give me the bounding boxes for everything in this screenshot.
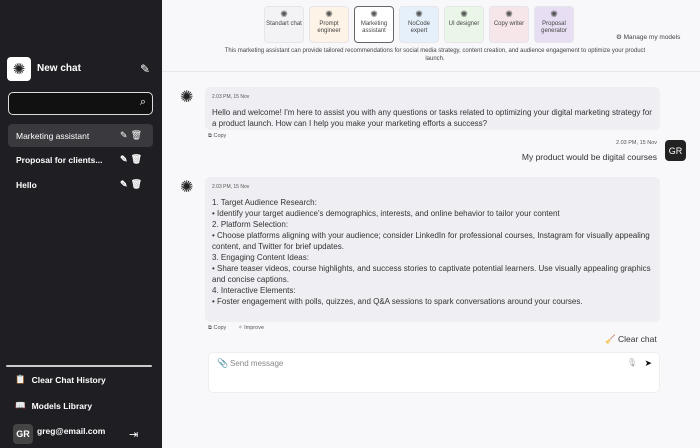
- clear-history-button[interactable]: 📋 Clear Chat History: [15, 374, 106, 385]
- model-cards: ✺ Standart chat ✺ Prompt engineer ✺ Marketing…: [264, 6, 574, 43]
- model-card[interactable]: ✺ UI designer: [444, 6, 484, 43]
- model-card[interactable]: ✺ Copy writer: [489, 6, 529, 43]
- manage-models-button[interactable]: ⚙ Manage my models: [616, 33, 680, 41]
- model-card[interactable]: ✺ Proposal generator: [534, 6, 574, 43]
- attach-icon[interactable]: 📎: [217, 358, 228, 369]
- user-email: greg@email.com: [37, 426, 106, 436]
- trash-icon[interactable]: 🗑: [131, 179, 145, 189]
- model-label: Proposal generator: [541, 21, 567, 34]
- broom-icon: 🧹: [605, 334, 616, 344]
- clear-chat-button[interactable]: 🧹 Clear chat: [605, 334, 657, 345]
- message-time: 2.03 PM, 15 Nov: [212, 184, 250, 190]
- edit-icon[interactable]: ✎: [120, 154, 131, 164]
- message-line: • Choose platforms aligning with your au…: [212, 231, 650, 251]
- model-card[interactable]: ✺ Prompt engineer: [309, 6, 349, 43]
- message-line: 3. Engaging Content Ideas:: [212, 253, 309, 262]
- bot-avatar-icon: ✺: [180, 179, 194, 196]
- model-card[interactable]: ✺ Standart chat: [264, 6, 304, 43]
- app-logo-icon: ✺: [7, 57, 31, 81]
- message-text: Hello and welcome! I'm here to assist yo…: [212, 108, 652, 128]
- message-time: 2.03 PM, 15 Nov: [212, 94, 250, 100]
- chat-item[interactable]: Marketing assistant ✎🗑: [8, 124, 153, 147]
- model-label: UI designer: [448, 21, 480, 27]
- microphone-icon[interactable]: 🎙: [627, 358, 637, 367]
- manage-models-label: Manage my models: [623, 34, 681, 41]
- models-library-label: Models Library: [31, 400, 93, 411]
- copy-label: Copy: [213, 133, 227, 139]
- search-icon[interactable]: ⌕: [140, 96, 146, 109]
- model-icon: ✺: [505, 9, 513, 19]
- message-time: 2.03 PM, 15 Nov: [616, 140, 657, 146]
- trash-icon[interactable]: 🗑: [131, 130, 145, 140]
- clear-chat-label: Clear chat: [617, 334, 657, 344]
- chat-item-label: Marketing assistant: [16, 131, 90, 141]
- user-avatar: GR: [665, 140, 686, 161]
- logout-icon[interactable]: ⇥: [129, 428, 138, 441]
- improve-label: Improve: [244, 325, 265, 331]
- message-placeholder[interactable]: Send message: [230, 359, 283, 368]
- message-text: 1. Target Audience Research: • Identify y…: [212, 197, 653, 307]
- sidebar: ✺ New chat ✎ ⌕ Marketing assistant ✎🗑 Pro…: [0, 0, 162, 448]
- model-icon: ✺: [280, 9, 288, 19]
- message-line: 1. Target Audience Research:: [212, 198, 317, 207]
- user-avatar[interactable]: GR: [13, 424, 33, 444]
- book-icon: 📖: [15, 400, 26, 410]
- copy-button[interactable]: ⧉ Copy: [208, 325, 226, 332]
- model-description: This marketing assistant can provide tai…: [224, 48, 646, 62]
- copy-label: Copy: [213, 325, 227, 331]
- message-line: 4. Interactive Elements:: [212, 286, 296, 295]
- message-line: • Foster engagement with polls, quizzes,…: [212, 297, 583, 306]
- model-label: Standart chat: [266, 21, 302, 27]
- message-line: • Share teaser videos, course highlights…: [212, 264, 651, 284]
- edit-icon[interactable]: ✎: [120, 179, 131, 189]
- clear-history-label: Clear Chat History: [31, 374, 106, 385]
- model-icon: ✺: [550, 9, 558, 19]
- model-card[interactable]: ✺ Marketing assistant: [354, 6, 394, 43]
- user-message: My product would be digital courses: [521, 152, 657, 162]
- trash-icon[interactable]: 🗑: [131, 154, 145, 164]
- bot-message: 2.03 PM, 15 Nov Hello and welcome! I'm h…: [205, 87, 660, 130]
- clipboard-icon: 📋: [15, 374, 26, 384]
- model-card[interactable]: ✺ NoCode expert: [399, 6, 439, 43]
- chat-item-label: Proposal for clients...: [16, 155, 103, 165]
- model-icon: ✺: [460, 9, 468, 19]
- chat-item-label: Hello: [16, 180, 37, 190]
- sidebar-divider: [6, 365, 152, 367]
- avatar: GR: [13, 424, 33, 444]
- message-line: 2. Platform Selection:: [212, 220, 289, 229]
- bot-avatar-icon: ✺: [180, 89, 194, 106]
- models-library-button[interactable]: 📖 Models Library: [15, 400, 92, 411]
- search-input[interactable]: ⌕: [8, 92, 153, 115]
- chat-item[interactable]: Proposal for clients... ✎🗑: [8, 148, 153, 171]
- improve-button[interactable]: ✧ Improve: [238, 325, 264, 331]
- chat-item[interactable]: Hello ✎🗑: [8, 173, 153, 196]
- bot-message: 2.03 PM, 15 Nov 1. Target Audience Resea…: [205, 177, 660, 322]
- send-icon[interactable]: ➤: [644, 358, 652, 369]
- edit-icon[interactable]: ✎: [120, 130, 131, 140]
- model-icon: ✺: [325, 9, 333, 19]
- model-icon: ✺: [370, 9, 378, 19]
- new-chat-label[interactable]: New chat: [37, 63, 81, 74]
- new-chat-edit-icon[interactable]: ✎: [140, 62, 150, 76]
- model-label: Prompt engineer: [317, 21, 341, 34]
- message-line: • Identify your target audience's demogr…: [212, 209, 560, 218]
- model-label: Marketing assistant: [360, 21, 388, 34]
- model-label: NoCode expert: [407, 21, 430, 34]
- model-icon: ✺: [415, 9, 423, 19]
- message-input[interactable]: 📎 Send message 🎙 ➤: [208, 352, 660, 393]
- header-divider: [162, 71, 700, 72]
- copy-button[interactable]: ⧉ Copy: [208, 133, 226, 140]
- model-label: Copy writer: [493, 21, 525, 27]
